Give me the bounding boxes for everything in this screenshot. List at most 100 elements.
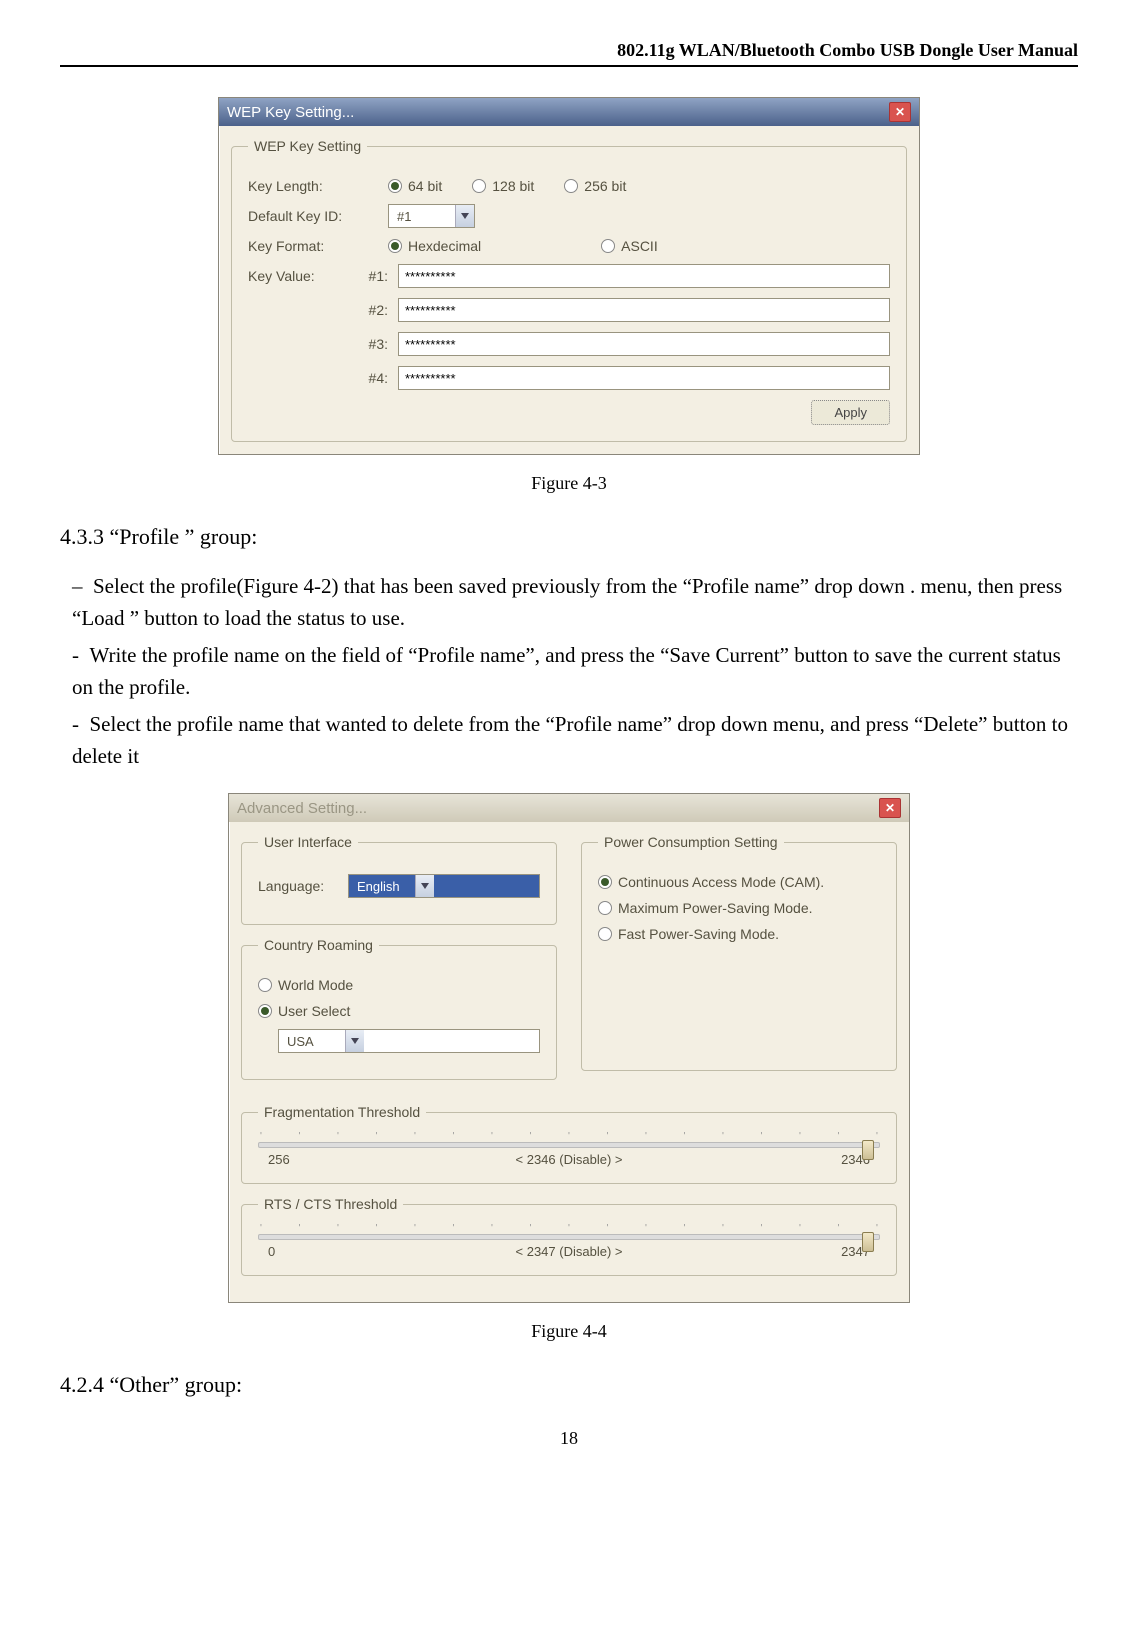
rts-slider[interactable]: ''''''''' '''''''' [258,1226,880,1240]
user-select-radio[interactable]: User Select [258,1003,540,1019]
key4-label: #4: [348,370,388,386]
figure-4-3-caption: Figure 4-3 [60,473,1078,494]
radio-empty-icon [472,179,486,193]
default-key-select[interactable]: #1 [388,204,475,228]
country-fieldset: Country Roaming World Mode User Select U… [241,937,557,1080]
key-length-64[interactable]: 64 bit [388,178,442,194]
advanced-dialog: Advanced Setting... ✕ User Interface Lan… [228,793,910,1303]
figure-4-4-caption: Figure 4-4 [60,1321,1078,1342]
slider-thumb-icon[interactable] [862,1232,874,1252]
radio-empty-icon [258,978,272,992]
ui-fieldset: User Interface Language: English [241,834,557,925]
default-key-label: Default Key ID: [248,208,388,224]
power-max-label: Maximum Power-Saving Mode. [618,900,813,916]
hex-label: Hexdecimal [408,238,481,254]
slider-ticks: ''''''''' '''''''' [258,1226,880,1232]
slider-track [258,1142,880,1148]
key3-input[interactable] [398,332,890,356]
key4-input[interactable] [398,366,890,390]
key-format-ascii[interactable]: ASCII [601,238,658,254]
power-fast-label: Fast Power-Saving Mode. [618,926,779,942]
user-select-label: User Select [278,1003,350,1019]
close-icon[interactable]: ✕ [889,102,911,122]
power-fast-radio[interactable]: Fast Power-Saving Mode. [598,926,880,942]
rts-mid: < 2347 (Disable) > [516,1244,623,1259]
key-length-row: Key Length: 64 bit 128 bit 256 bit [248,178,890,194]
apply-row: Apply [248,400,890,425]
adv-title: Advanced Setting... [237,800,367,817]
key1-label: #1: [348,268,388,284]
opt-256-label: 256 bit [584,178,626,194]
language-label: Language: [258,878,348,894]
apply-button[interactable]: Apply [811,400,890,425]
language-select[interactable]: English [348,874,540,898]
radio-empty-icon [598,927,612,941]
world-mode-radio[interactable]: World Mode [258,977,540,993]
rts-fieldset: RTS / CTS Threshold ''''''''' '''''''' 0… [241,1196,897,1276]
key2-label: #2: [348,302,388,318]
key-format-row: Key Format: Hexdecimal ASCII [248,238,890,254]
rts-labels: 0 < 2347 (Disable) > 2347 [268,1244,870,1259]
default-key-row: Default Key ID: #1 [248,204,890,228]
frag-legend: Fragmentation Threshold [258,1104,426,1120]
bullet-1-text: Select the profile(Figure 4-2) that has … [72,574,1062,630]
country-select-row: USA [258,1029,540,1053]
wep-group-legend: WEP Key Setting [248,138,367,154]
slider-ticks: ''''''''' '''''''' [258,1134,880,1140]
frag-fieldset: Fragmentation Threshold ''''''''' ''''''… [241,1104,897,1184]
key-format-label: Key Format: [248,238,388,254]
radio-selected-icon [598,875,612,889]
wep-title: WEP Key Setting... [227,104,354,121]
country-legend: Country Roaming [258,937,379,953]
bullet-3-text: Select the profile name that wanted to d… [72,712,1068,768]
key-length-128[interactable]: 128 bit [472,178,534,194]
radio-selected-icon [258,1004,272,1018]
key-length-label: Key Length: [248,178,388,194]
radio-empty-icon [601,239,615,253]
wep-dialog: WEP Key Setting... ✕ WEP Key Setting Key… [218,97,920,455]
key-value-label: Key Value: [248,268,348,284]
frag-slider[interactable]: ''''''''' '''''''' [258,1134,880,1148]
rts-min: 0 [268,1244,275,1259]
radio-selected-icon [388,179,402,193]
radio-empty-icon [598,901,612,915]
frag-labels: 256 < 2346 (Disable) > 2346 [268,1152,870,1167]
key-format-hex[interactable]: Hexdecimal [388,238,481,254]
language-row: Language: English [258,874,540,898]
bullet-2-text: Write the profile name on the field of “… [72,643,1061,699]
key4-row: #4: [248,366,890,390]
adv-titlebar: Advanced Setting... ✕ [229,794,909,822]
key-length-256[interactable]: 256 bit [564,178,626,194]
profile-group-list: – Select the profile(Figure 4-2) that ha… [60,571,1078,772]
bullet-2: - Write the profile name on the field of… [72,640,1078,703]
wep-titlebar: WEP Key Setting... ✕ [219,98,919,126]
ui-legend: User Interface [258,834,358,850]
wep-fieldset: WEP Key Setting Key Length: 64 bit 128 b… [231,138,907,442]
close-icon[interactable]: ✕ [879,798,901,818]
power-cam-label: Continuous Access Mode (CAM). [618,874,824,890]
slider-track [258,1234,880,1240]
slider-thumb-icon[interactable] [862,1140,874,1160]
country-select[interactable]: USA [278,1029,540,1053]
chevron-down-icon [415,875,434,897]
radio-selected-icon [388,239,402,253]
chevron-down-icon [345,1030,364,1052]
bullet-3: - Select the profile name that wanted to… [72,709,1078,772]
header-rule [60,65,1078,67]
power-max-radio[interactable]: Maximum Power-Saving Mode. [598,900,880,916]
language-value: English [349,879,415,894]
frag-min: 256 [268,1152,290,1167]
section-4-3-3-heading: 4.3.3 “Profile ” group: [60,524,1078,550]
key1-input[interactable] [398,264,890,288]
key3-label: #3: [348,336,388,352]
radio-empty-icon [564,179,578,193]
key2-row: #2: [248,298,890,322]
power-legend: Power Consumption Setting [598,834,784,850]
power-cam-radio[interactable]: Continuous Access Mode (CAM). [598,874,880,890]
rts-legend: RTS / CTS Threshold [258,1196,403,1212]
key2-input[interactable] [398,298,890,322]
world-mode-label: World Mode [278,977,353,993]
ascii-label: ASCII [621,238,658,254]
opt-64-label: 64 bit [408,178,442,194]
default-key-value: #1 [389,209,455,224]
